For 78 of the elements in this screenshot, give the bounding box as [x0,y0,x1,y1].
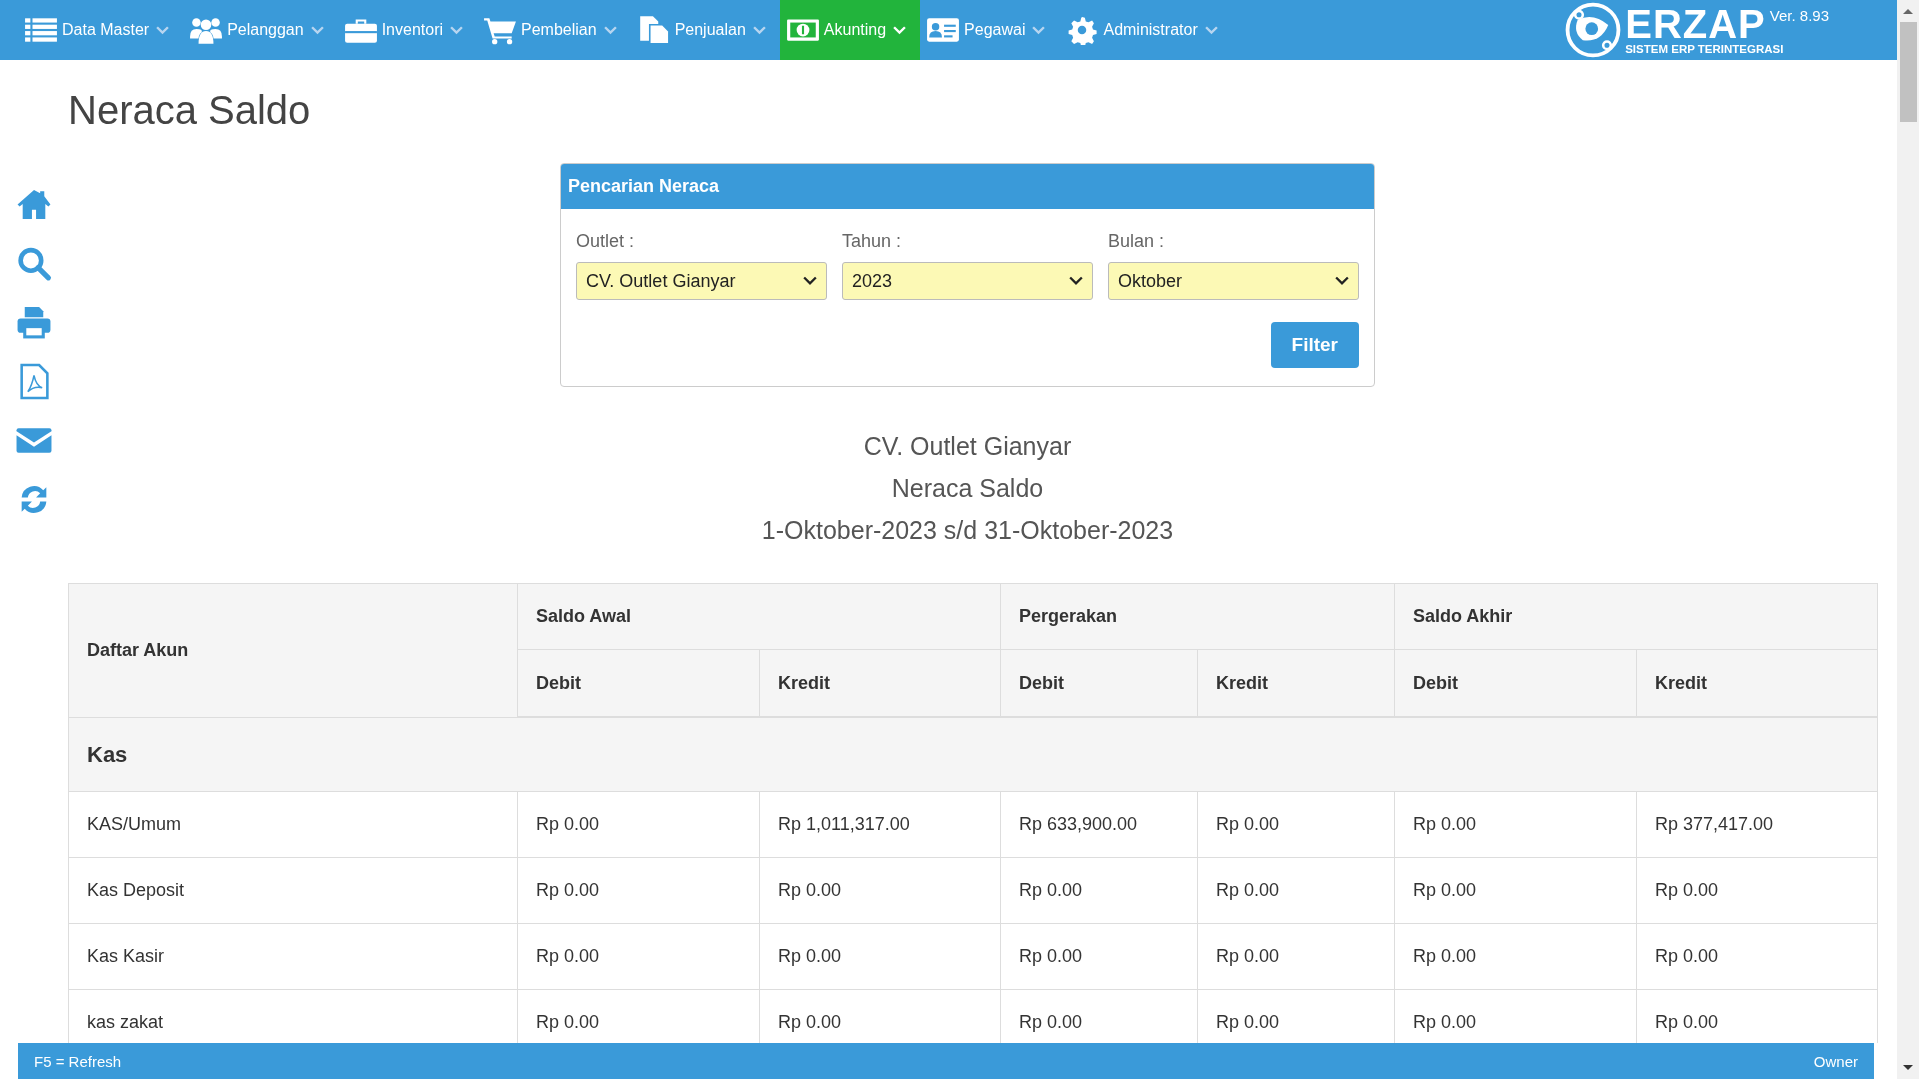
chevron-down-icon [893,25,907,35]
chevron-down-icon [752,25,766,35]
users-icon [189,15,224,45]
column-group-header: Saldo Awal [517,583,1001,650]
column-header: Kredit [1636,649,1878,717]
table-cell: Rp 377,417.00 [1636,791,1878,858]
nav-menu-item[interactable]: Pegawai [920,0,1060,60]
search-icon[interactable] [15,245,53,282]
scrollbar-thumb[interactable] [1899,22,1917,122]
table-cell: KAS/Umum [68,791,518,858]
chevron-down-icon [450,25,464,35]
table-cell: Rp 0.00 [1000,923,1198,990]
table-cell: Rp 0.00 [1000,857,1198,924]
table-cell: Rp 0.00 [1636,923,1878,990]
user-role: Owner [1813,1052,1858,1070]
table-cell: Rp 0.00 [1636,857,1878,924]
table-cell: Rp 0.00 [1197,857,1395,924]
dropdown-select[interactable]: CV. Outlet Gianyar [576,262,827,300]
field-label: Bulan : [1108,231,1166,252]
scroll-down-arrow-icon[interactable] [1903,1065,1913,1071]
dropdown-select[interactable]: Oktober [1108,262,1359,300]
column-header: Kredit [759,649,1001,717]
table-cell: Rp 1,011,317.00 [759,791,1001,858]
id-card-icon [926,15,961,45]
logo-tagline: SISTEM ERP TERINTEGRASI [1625,43,1785,55]
column-header: Debit [517,649,760,717]
chevron-down-icon [1204,25,1218,35]
scrollbar[interactable] [1897,0,1919,1079]
report-heading: 1-Oktober-2023 s/d 31-Oktober-2023 [761,516,1174,545]
table-cell: Rp 0.00 [517,791,760,858]
panel-header: Pencarian Neraca [561,164,1374,209]
nav-menu-item[interactable]: Penjualan [630,0,780,60]
status-hint: F5 = Refresh [34,1052,122,1070]
nav-menu-item[interactable]: Akunting [779,0,921,60]
table-cell: Rp 0.00 [759,923,1001,990]
nav-menu-item[interactable]: Pelanggan [183,0,338,60]
table-cell: Rp 0.00 [1394,923,1637,990]
table-cell: Rp 0.00 [1394,857,1637,924]
field-label: Tahun : [842,231,903,252]
section-header: Kas [68,717,1878,792]
report-heading: CV. Outlet Gianyar [863,432,1072,461]
table-cell: Rp 0.00 [1197,791,1395,858]
table-cell: Kas Kasir [68,923,518,990]
table-cell: Kas Deposit [68,857,518,924]
version-label: Ver. 8.93 [1769,7,1829,24]
nav-menu-item[interactable]: Administrator [1059,0,1232,60]
printer-icon[interactable] [15,304,53,341]
chevron-down-icon [603,25,617,35]
nav-menu-item[interactable]: Data Master [18,0,184,60]
nav-menu-item[interactable]: Pembelian [477,0,631,60]
filter-button[interactable]: Filter [1270,322,1359,368]
field-label: Outlet : [576,231,636,252]
chevron-down-icon [1032,25,1046,35]
table-cell: Rp 0.00 [517,857,760,924]
table-cell: Rp 633,900.00 [1000,791,1198,858]
column-header: Debit [1394,649,1637,717]
dropdown-select[interactable]: 2023 [842,262,1093,300]
page-title: Neraca Saldo [67,87,312,134]
table-cell: Rp 0.00 [517,923,760,990]
list-icon [24,15,58,45]
column-group-header: Saldo Akhir [1394,583,1878,650]
chevron-down-icon [156,25,170,35]
chevron-down-icon [310,25,324,35]
cart-icon [483,15,518,45]
chevron-down-icon [1069,276,1083,286]
report-heading: Neraca Saldo [891,474,1044,503]
scroll-up-arrow-icon[interactable] [1903,8,1913,14]
chevron-down-icon [1335,276,1349,286]
table-cell: Rp 0.00 [759,857,1001,924]
column-group-header: Pergerakan [1000,583,1395,650]
column-header: Daftar Akun [68,583,518,717]
table-cell: Rp 0.00 [1197,923,1395,990]
logo-wordmark: ERZAP [1625,5,1766,43]
table-cell: Rp 0.00 [1394,791,1637,858]
column-header: Debit [1000,649,1198,717]
chevron-down-icon [803,276,817,286]
nav-menu-item[interactable]: Inventori [337,0,478,60]
column-header: Kredit [1197,649,1395,717]
